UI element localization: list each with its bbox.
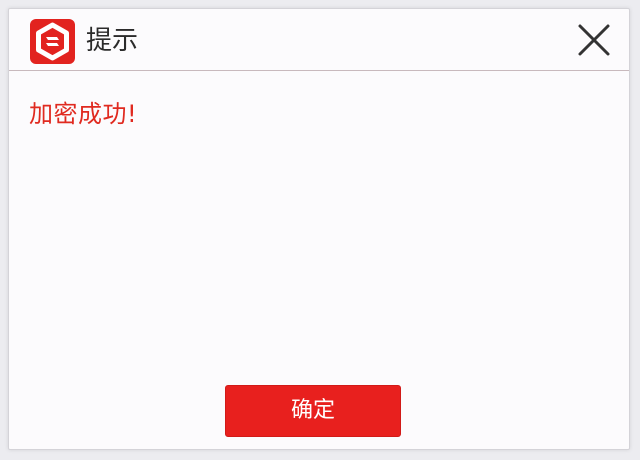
app-logo-icon (30, 19, 75, 64)
encryption-result-dialog: 提示 加密成功! 确定 (8, 8, 630, 450)
close-icon[interactable] (577, 23, 611, 57)
dialog-title: 提示 (86, 26, 139, 56)
dialog-titlebar: 提示 (9, 9, 629, 71)
status-message: 加密成功! (29, 100, 138, 128)
confirm-button[interactable]: 确定 (225, 385, 401, 437)
